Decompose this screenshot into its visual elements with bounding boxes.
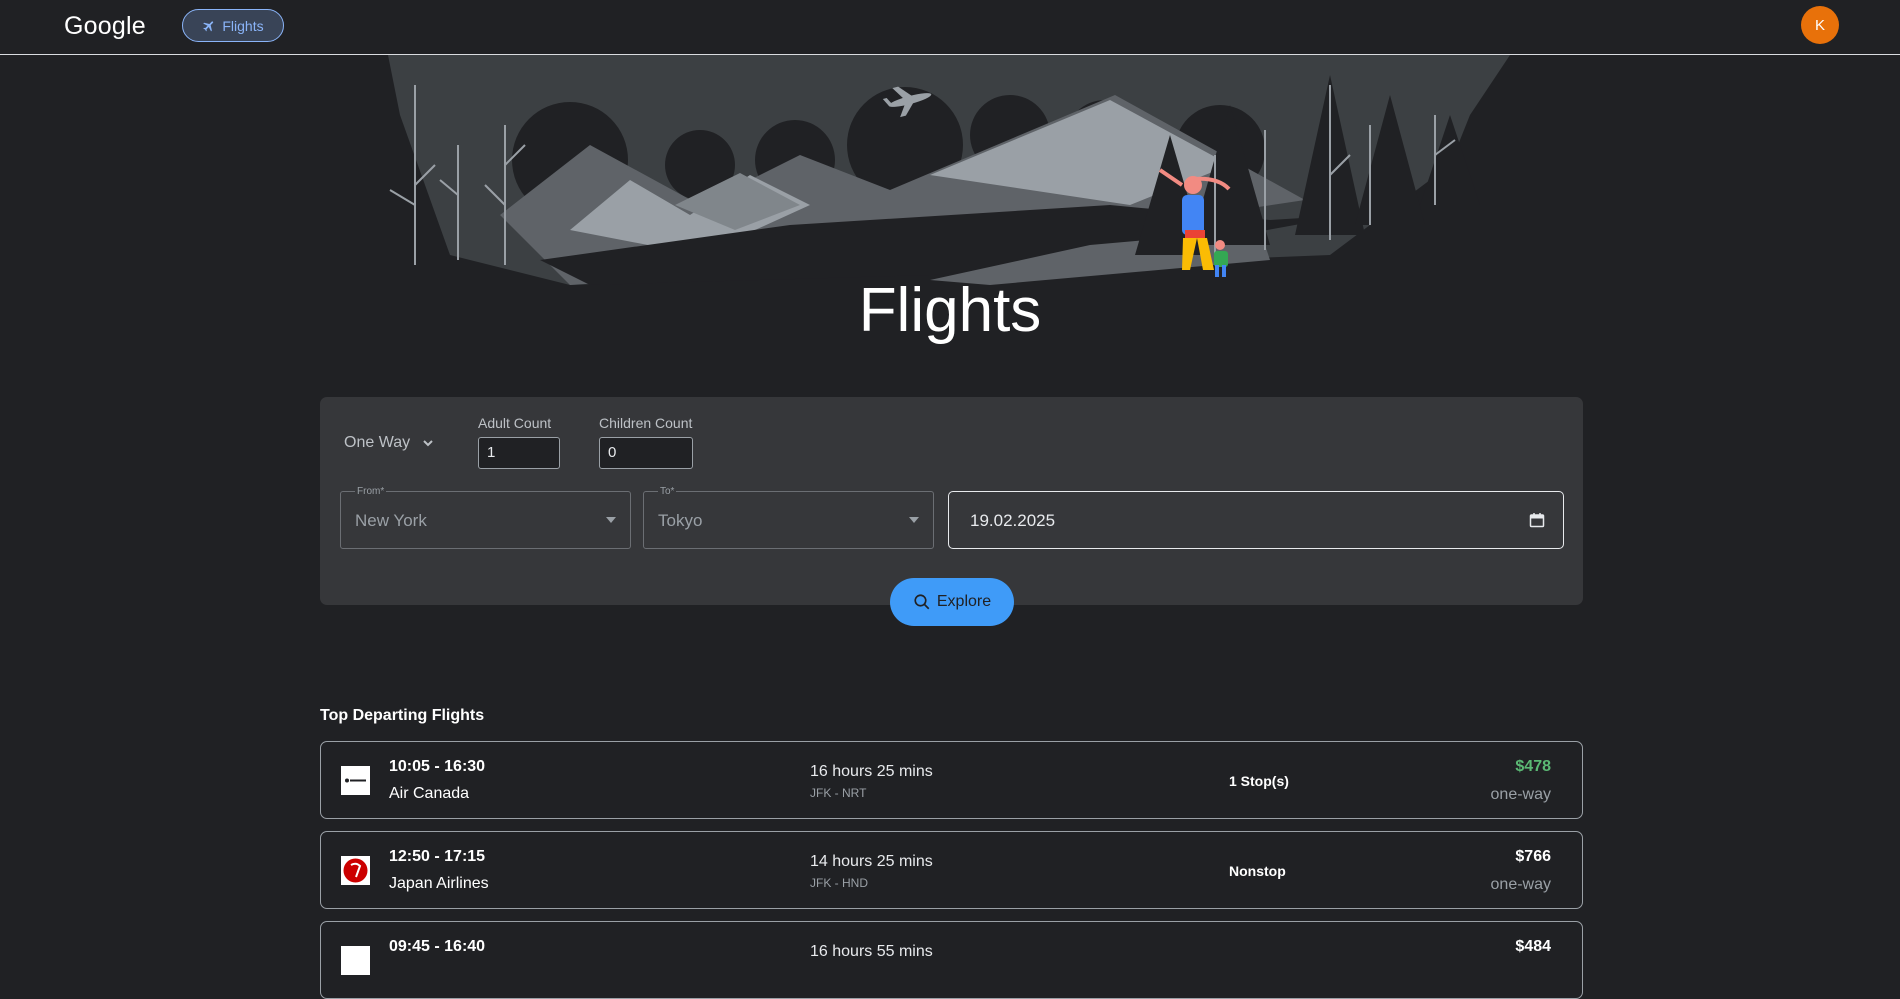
trip-type-select[interactable]: One Way <box>344 434 434 452</box>
calendar-icon[interactable] <box>1529 512 1545 528</box>
flight-price: $478 <box>1515 758 1551 775</box>
flight-times: 12:50 - 17:15 <box>389 848 486 865</box>
search-panel: One Way Adult Count 1 Children Count 0 F… <box>320 397 1583 626</box>
trip-type-value: One Way <box>344 434 411 451</box>
from-label: From* <box>355 486 387 497</box>
fare-type: one-way <box>1490 876 1551 893</box>
flight-duration: 16 hours 25 mins <box>810 763 933 780</box>
google-logo[interactable]: Google <box>64 12 146 41</box>
flight-duration: 16 hours 55 mins <box>810 943 933 960</box>
from-select[interactable]: From* New York <box>340 486 631 549</box>
caret-down-icon <box>606 517 616 523</box>
flights-nav-label: Flights <box>222 17 264 34</box>
search-icon <box>914 594 930 610</box>
flight-route: JFK - HND <box>810 876 868 890</box>
flights-nav-chip[interactable]: Flights <box>182 9 284 42</box>
flight-price: $484 <box>1515 938 1551 955</box>
explore-button[interactable]: Explore <box>890 578 1014 626</box>
airline-name: Air Canada <box>389 785 470 802</box>
chevron-down-icon <box>423 440 433 447</box>
adult-count-input[interactable]: 1 <box>478 437 560 469</box>
to-value: Tokyo <box>658 511 703 530</box>
children-count-label: Children Count <box>599 415 693 431</box>
flight-card[interactable]: 10:05 - 16:30 Air Canada 16 hours 25 min… <box>320 741 1583 819</box>
children-count-input[interactable]: 0 <box>599 437 693 469</box>
japan-airlines-logo-icon <box>341 856 370 885</box>
flight-price: $766 <box>1515 848 1551 865</box>
from-value: New York <box>355 511 427 530</box>
flight-stops: Nonstop <box>1229 863 1286 879</box>
air-canada-logo-icon <box>341 766 370 795</box>
explore-label: Explore <box>936 593 992 610</box>
to-label: To* <box>658 486 677 497</box>
page-title: Flights <box>858 276 1042 345</box>
hero-illustration <box>388 55 1510 285</box>
flight-times: 10:05 - 16:30 <box>389 758 486 775</box>
flight-card[interactable]: 09:45 - 16:40 16 hours 55 mins $484 <box>320 921 1583 999</box>
airline-name: Japan Airlines <box>389 875 489 892</box>
departure-date-input[interactable]: 19.02.2025 <box>948 491 1564 549</box>
flight-card[interactable]: 12:50 - 17:15 Japan Airlines 14 hours 25… <box>320 831 1583 909</box>
departure-date-value: 19.02.2025 <box>970 511 1056 530</box>
flight-route: JFK - NRT <box>810 786 867 800</box>
airline-logo-icon <box>341 946 370 975</box>
flight-times: 09:45 - 16:40 <box>389 938 486 955</box>
caret-down-icon <box>909 517 919 523</box>
results-heading: Top Departing Flights <box>320 707 485 724</box>
flight-stops: 1 Stop(s) <box>1229 773 1289 789</box>
top-bar: Google Flights K <box>0 0 1900 55</box>
to-select[interactable]: To* Tokyo <box>643 486 934 549</box>
adult-count-label: Adult Count <box>478 415 552 431</box>
fare-type: one-way <box>1490 786 1551 803</box>
airplane-icon <box>203 20 214 31</box>
flight-duration: 14 hours 25 mins <box>810 853 933 870</box>
user-avatar[interactable]: K <box>1801 6 1839 44</box>
